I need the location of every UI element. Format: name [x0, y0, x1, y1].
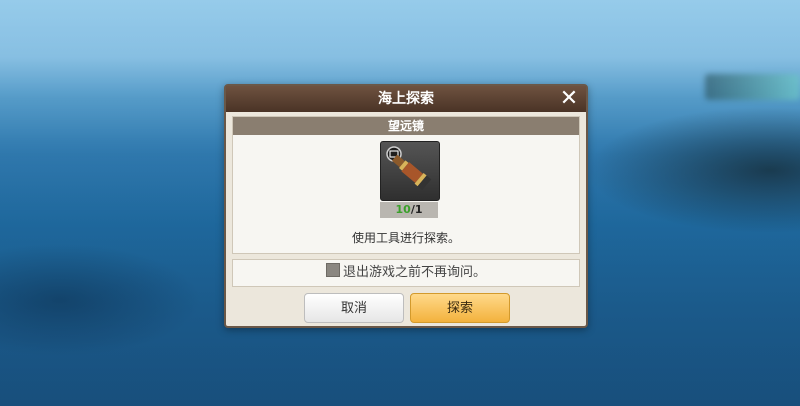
item-count-current: 10: [395, 203, 411, 216]
dialog-title: 海上探索: [378, 91, 434, 107]
sea-exploration-dialog: 海上探索 ✕ 望远镜 10/1 使用工具进行探索。 退出游戏之前不再询问。 取消…: [224, 84, 588, 328]
dont-ask-label: 退出游戏之前不再询问。: [342, 265, 486, 280]
item-count-required: 1: [414, 203, 423, 216]
background-ship: [705, 74, 800, 100]
item-count: 10/1: [380, 202, 438, 218]
checkbox-icon[interactable]: [325, 263, 340, 277]
dont-ask-row[interactable]: 退出游戏之前不再询问。: [232, 259, 580, 287]
item-name: 望远镜: [233, 117, 579, 135]
telescope-icon: [380, 141, 440, 201]
item-panel: 望远镜 10/1 使用工具进行探索。: [232, 116, 580, 254]
dialog-titlebar: 海上探索 ✕: [226, 86, 586, 112]
close-icon[interactable]: ✕: [558, 88, 580, 110]
explore-button[interactable]: 探索: [410, 293, 510, 323]
cancel-button[interactable]: 取消: [304, 293, 404, 323]
item-description: 使用工具进行探索。: [351, 231, 460, 245]
